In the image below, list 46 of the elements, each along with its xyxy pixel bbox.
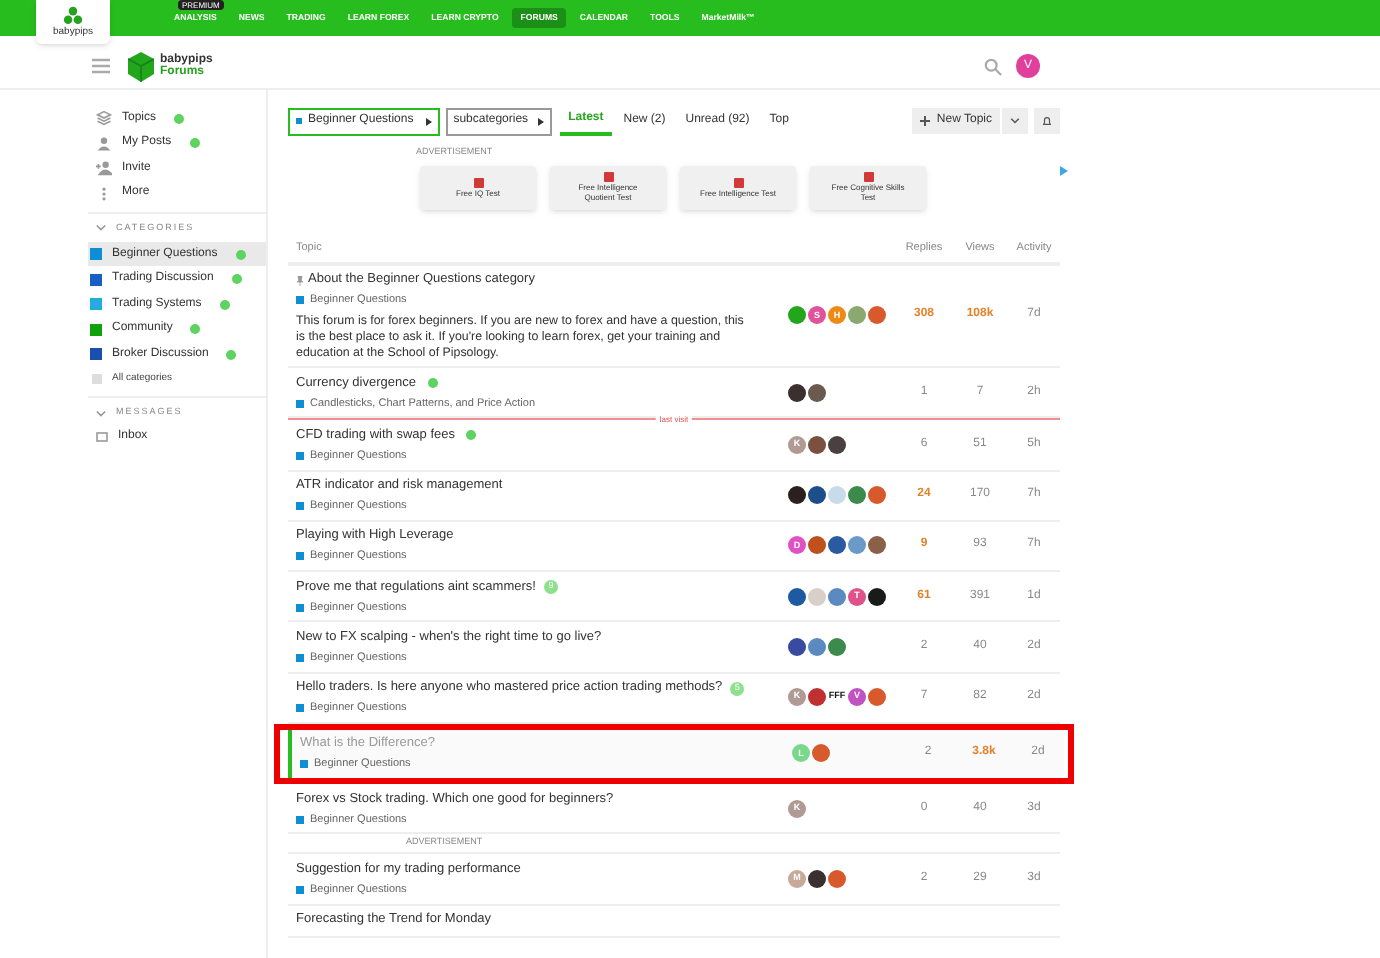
cube-logo-icon bbox=[128, 51, 154, 81]
category-square-icon bbox=[296, 815, 304, 824]
category-color-icon bbox=[296, 118, 302, 124]
poster-avatar[interactable] bbox=[788, 486, 806, 505]
chevron-icon bbox=[1010, 118, 1020, 124]
category-square-icon bbox=[300, 760, 308, 769]
poster-avatar[interactable] bbox=[788, 383, 806, 402]
ad-choices-icon[interactable] bbox=[1060, 165, 1072, 176]
poster-avatar[interactable] bbox=[808, 383, 826, 402]
category-square-icon bbox=[296, 885, 304, 894]
layers-icon bbox=[96, 110, 112, 127]
poster-avatar[interactable] bbox=[808, 435, 826, 454]
category-square-icon bbox=[296, 502, 304, 511]
menu-icon[interactable] bbox=[92, 58, 110, 74]
caret-icon bbox=[538, 117, 545, 125]
category-square-icon bbox=[296, 399, 304, 408]
category-square-icon bbox=[296, 653, 304, 662]
poster-avatar[interactable] bbox=[828, 435, 846, 454]
category-square-icon bbox=[296, 704, 304, 713]
clipboard-icon bbox=[473, 177, 483, 188]
poster-avatar[interactable] bbox=[788, 587, 806, 606]
category-square-icon bbox=[296, 451, 304, 460]
inbox-icon bbox=[96, 431, 108, 441]
chevron-icon[interactable] bbox=[96, 224, 106, 233]
category-square-icon bbox=[296, 296, 304, 305]
search-icon[interactable] bbox=[984, 57, 1002, 75]
grid-icon bbox=[92, 373, 102, 384]
user-icon bbox=[96, 135, 112, 152]
logo-icon bbox=[62, 6, 84, 26]
clipboard-icon bbox=[603, 172, 613, 183]
category-square-icon bbox=[296, 552, 304, 561]
category-square-icon bbox=[296, 603, 304, 612]
poster-avatar[interactable] bbox=[868, 587, 886, 606]
poster-avatar[interactable] bbox=[808, 869, 826, 888]
poster-avatar[interactable] bbox=[788, 637, 806, 656]
user-plus-icon bbox=[96, 160, 112, 177]
dropdown-button[interactable] bbox=[1002, 108, 1028, 134]
poster-avatar[interactable] bbox=[808, 486, 826, 505]
notification-button[interactable] bbox=[1034, 108, 1060, 134]
plus-icon bbox=[920, 116, 931, 126]
poster-avatar[interactable] bbox=[828, 536, 846, 555]
chevron-icon[interactable] bbox=[96, 409, 106, 418]
clipboard-icon bbox=[863, 172, 873, 183]
clipboard-icon bbox=[733, 177, 743, 188]
bell-icon bbox=[1042, 116, 1052, 126]
caret-icon bbox=[425, 117, 432, 125]
